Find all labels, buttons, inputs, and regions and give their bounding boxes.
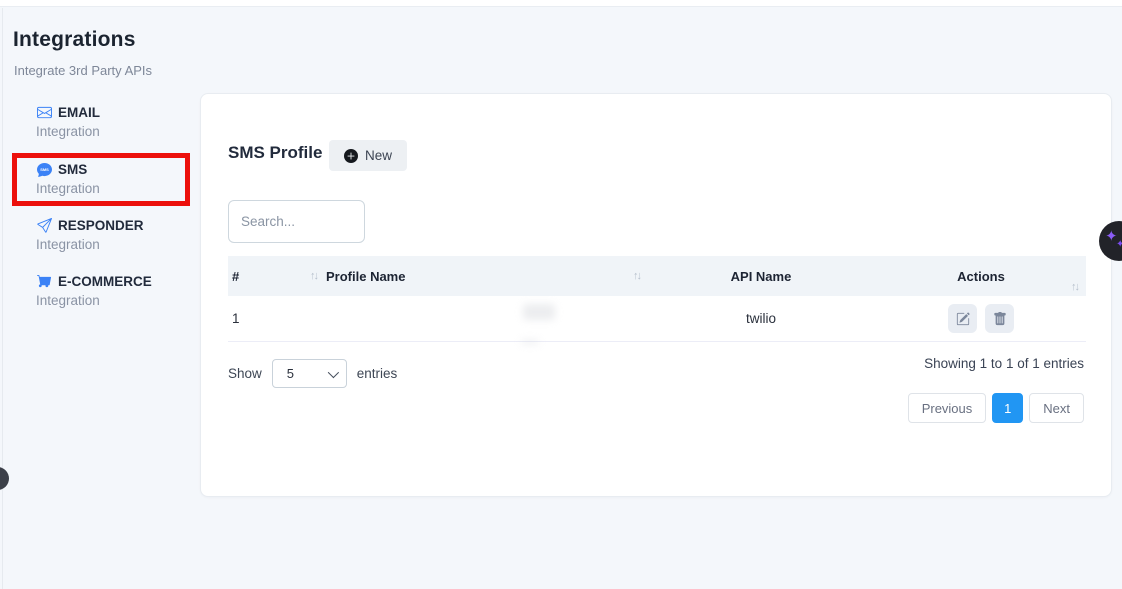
current-page-button[interactable]: 1 bbox=[992, 393, 1023, 423]
envelope-icon bbox=[36, 104, 52, 120]
delete-button[interactable] bbox=[985, 304, 1014, 333]
paper-plane-icon bbox=[36, 217, 52, 233]
column-header-profile-name[interactable]: Profile Name bbox=[323, 269, 646, 284]
column-header-api-name[interactable]: API Name bbox=[646, 269, 876, 284]
sidebar-item-ecommerce[interactable]: E-COMMERCE Integration bbox=[14, 273, 194, 308]
sms-profile-panel: SMS Profile New # Profile Name API Name … bbox=[200, 93, 1112, 497]
redacted-smudge bbox=[521, 340, 539, 344]
pagination: Previous 1 Next bbox=[908, 393, 1084, 423]
sms-profile-table: # Profile Name API Name Actions 1 twilio bbox=[228, 256, 1086, 342]
sidebar-item-sms[interactable]: SMS SMS Integration bbox=[14, 161, 194, 196]
column-label: # bbox=[232, 269, 239, 284]
sparkle-icon: ✦ bbox=[1116, 240, 1122, 250]
sidebar-item-email[interactable]: EMAIL Integration bbox=[14, 104, 194, 139]
show-label: Show bbox=[228, 366, 262, 381]
panel-title: SMS Profile bbox=[228, 143, 322, 163]
redacted-profile-name bbox=[523, 304, 555, 320]
integrations-sidebar: EMAIL Integration SMS SMS Integration RE… bbox=[14, 93, 200, 393]
sidebar-item-label: SMS bbox=[58, 162, 87, 177]
sidebar-item-label: RESPONDER bbox=[58, 218, 144, 233]
table-row: 1 twilio bbox=[228, 296, 1086, 342]
page-title: Integrations bbox=[13, 28, 136, 52]
sidebar-item-responder[interactable]: RESPONDER Integration bbox=[14, 217, 194, 252]
sidebar-item-label: EMAIL bbox=[58, 105, 100, 120]
plus-circle-icon bbox=[344, 149, 358, 163]
sort-icon[interactable] bbox=[310, 270, 323, 282]
search-input[interactable] bbox=[228, 200, 365, 243]
sms-chat-icon: SMS bbox=[36, 161, 52, 177]
pencil-square-icon bbox=[956, 312, 970, 326]
sort-icon[interactable] bbox=[633, 270, 646, 282]
sidebar-item-sublabel: Integration bbox=[36, 181, 194, 196]
table-header-row: # Profile Name API Name Actions bbox=[228, 256, 1086, 296]
sidebar-item-sublabel: Integration bbox=[36, 293, 194, 308]
sidebar-item-label: E-COMMERCE bbox=[58, 274, 152, 289]
column-label: Actions bbox=[957, 269, 1005, 284]
page-length-control: Show 5 entries bbox=[228, 359, 397, 388]
shopping-cart-icon bbox=[36, 273, 52, 289]
page-length-value: 5 bbox=[287, 366, 294, 381]
sort-icon[interactable] bbox=[1071, 281, 1084, 293]
trash-icon bbox=[993, 312, 1007, 326]
content-left-border bbox=[2, 8, 3, 589]
edit-button[interactable] bbox=[948, 304, 977, 333]
entries-summary: Showing 1 to 1 of 1 entries bbox=[924, 356, 1084, 371]
sidebar-item-sublabel: Integration bbox=[36, 237, 194, 252]
row-api-name-cell: twilio bbox=[646, 311, 876, 326]
chevron-down-icon bbox=[328, 366, 339, 377]
column-header-actions[interactable]: Actions bbox=[876, 269, 1086, 284]
svg-text:SMS: SMS bbox=[40, 167, 49, 172]
page-length-select[interactable]: 5 bbox=[272, 359, 347, 388]
column-label: Profile Name bbox=[326, 269, 405, 284]
page-subtitle: Integrate 3rd Party APIs bbox=[14, 63, 152, 78]
row-actions-cell bbox=[876, 304, 1086, 333]
previous-page-button[interactable]: Previous bbox=[908, 393, 987, 423]
new-button-label: New bbox=[365, 148, 392, 163]
left-edge-button[interactable] bbox=[0, 467, 9, 490]
sidebar-item-sublabel: Integration bbox=[36, 124, 194, 139]
column-label: API Name bbox=[731, 269, 792, 284]
next-page-button[interactable]: Next bbox=[1029, 393, 1084, 423]
entries-label: entries bbox=[357, 366, 398, 381]
column-header-index[interactable]: # bbox=[228, 269, 323, 284]
row-index-cell: 1 bbox=[228, 311, 323, 326]
new-profile-button[interactable]: New bbox=[329, 140, 407, 171]
top-border-strip bbox=[0, 0, 1122, 7]
